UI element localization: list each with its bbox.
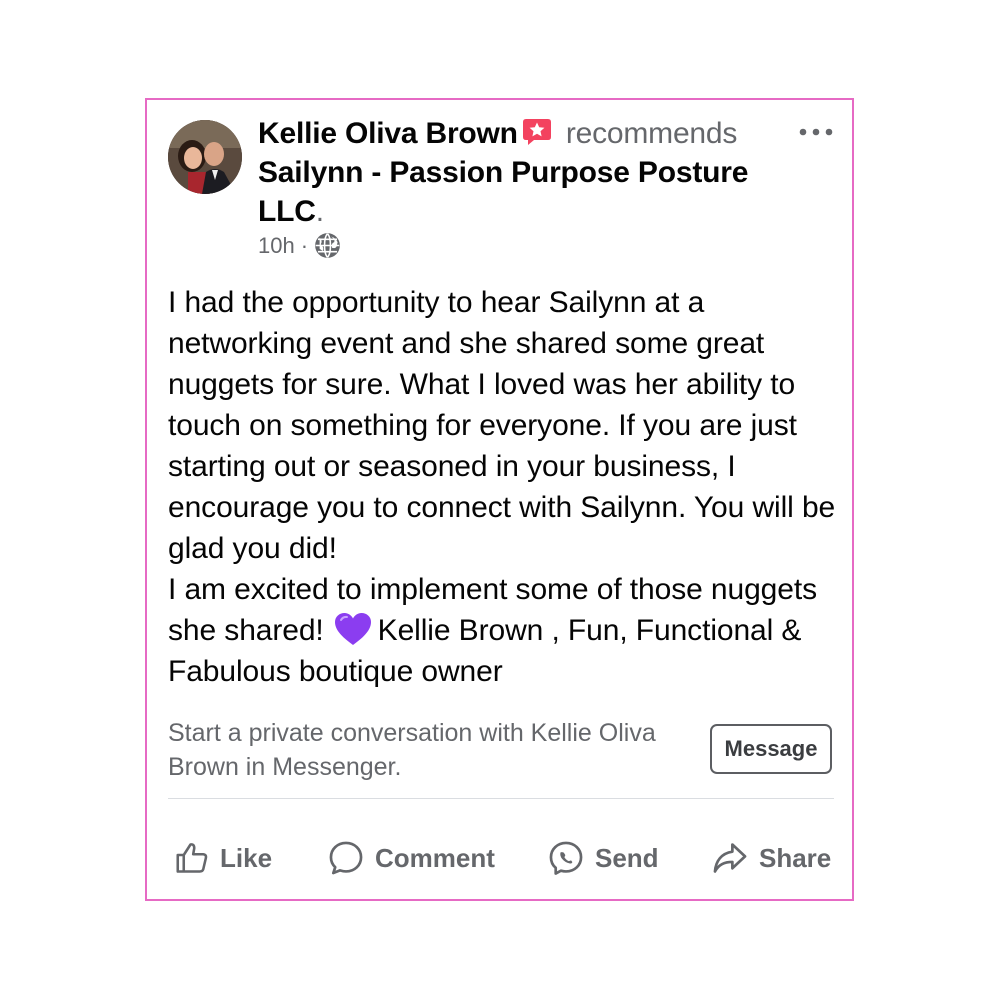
post-paragraph: I am excited to implement some of those … [168,569,838,692]
send-button[interactable]: Send [547,834,659,882]
like-label: Like [220,842,273,873]
post-meta: 10h · [258,232,341,259]
send-label: Send [595,842,659,873]
header-period: . [315,195,324,228]
messenger-icon [549,841,583,875]
action-bar: Like Comment Send Share [168,834,834,882]
globe-icon [315,233,340,258]
comment-label: Comment [375,842,495,873]
divider [168,798,834,799]
timestamp[interactable]: 10h [258,233,295,259]
star-badge-icon [522,117,552,145]
share-label: Share [759,842,832,873]
like-button[interactable]: Like [174,834,272,882]
meta-separator: · [300,232,309,258]
messenger-prompt: Start a private conversation with Kellie… [168,719,656,781]
author-name[interactable]: Kellie Oliva Brown [258,117,518,150]
thumbs-up-icon [176,843,208,873]
recommends-label: recommends [565,117,738,150]
post-paragraph: I had the opportunity to hear Sailynn at… [168,286,836,565]
share-icon [713,843,747,873]
comment-icon [329,841,363,875]
post-card: Kellie Oliva Brown recommends Sailynn - Pa… [145,98,854,901]
share-button[interactable]: Share [711,834,831,882]
more-options-button[interactable] [798,122,834,142]
purple-heart-icon [334,612,372,646]
page-name-link[interactable]: Sailynn - Passion Purpose Posture LLC [258,156,748,228]
avatar[interactable] [168,120,242,194]
more-icon [799,128,833,136]
message-button[interactable]: Message [710,724,832,774]
comment-button[interactable]: Comment [327,834,495,882]
post-header: Kellie Oliva Brown recommends Sailynn - Pa… [258,114,778,231]
post-body: I had the opportunity to hear Sailynn at… [168,282,838,692]
